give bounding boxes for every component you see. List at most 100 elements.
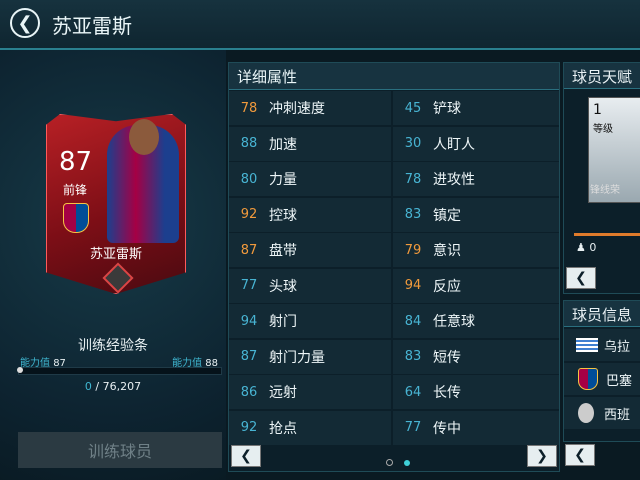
stat-row: 94 射门 84 任意球 (229, 304, 559, 339)
uruguay-flag-icon (576, 338, 598, 352)
stats-prev-button[interactable]: ❮ (231, 445, 261, 467)
stat-cell: 83 镇定 (393, 197, 559, 232)
stat-value: 83 (404, 207, 422, 222)
stat-row: 87 盘带 79 意识 (229, 233, 559, 268)
stat-cell: 84 任意球 (393, 304, 559, 338)
chevron-left-icon: ❮ (575, 270, 587, 286)
stat-label: 意识 (433, 243, 461, 259)
attributes-title: 详细属性 (237, 68, 298, 86)
stat-label: 铲球 (433, 101, 461, 117)
stat-label: 控球 (269, 207, 297, 224)
page-title: 苏亚雷斯 (52, 14, 132, 38)
info-prev-button[interactable]: ❮ (565, 444, 595, 466)
page-dot-1[interactable] (386, 459, 393, 466)
stat-row: 77 头球 94 反应 (229, 268, 559, 304)
stat-cell: 87 盘带 (229, 233, 391, 267)
chevron-left-icon: ❮ (240, 448, 252, 464)
stat-value: 78 (404, 171, 422, 187)
stat-value: 64 (404, 384, 422, 400)
stat-value: 94 (240, 313, 258, 329)
back-button[interactable]: ❮ (10, 8, 40, 38)
card-position: 前锋 (63, 183, 88, 197)
stat-row: 80 力量 78 进攻性 (229, 162, 559, 197)
stat-cell: 64 长传 (393, 375, 559, 409)
stat-label: 力量 (269, 172, 297, 188)
info-row-club: 巴塞 (564, 363, 640, 395)
info-title: 球员信息 (564, 301, 640, 327)
stat-label: 射门 (269, 314, 297, 330)
stat-value: 92 (240, 207, 258, 222)
talent-count: ♟ 0 (576, 241, 597, 254)
xp-progress-bar (17, 367, 222, 375)
page-indicator (383, 451, 413, 470)
stat-row: 87 射门力量 83 短传 (229, 339, 559, 375)
talent-progress-bar (574, 233, 640, 236)
stat-label: 远射 (269, 385, 297, 401)
stat-row: 92 控球 83 镇定 (229, 197, 559, 233)
club-text: 巴塞 (606, 373, 633, 389)
card-player-name: 苏亚雷斯 (89, 247, 142, 262)
chevron-left-icon: ❮ (574, 447, 586, 463)
stat-cell: 45 铲球 (393, 91, 559, 125)
stat-cell: 88 加速 (229, 126, 391, 161)
stat-label: 冲刺速度 (269, 101, 325, 117)
header-bar: ❮ 苏亚雷斯 (0, 0, 640, 50)
stat-value: 79 (404, 242, 422, 258)
nation-text: 乌拉 (604, 339, 631, 355)
stat-label: 镇定 (433, 207, 461, 224)
stat-value: 30 (404, 136, 422, 151)
stat-cell: 94 反应 (393, 268, 559, 303)
player-head (129, 119, 159, 155)
info-row-nation: 乌拉 (564, 329, 640, 361)
stats-next-button[interactable]: ❯ (527, 445, 557, 467)
stat-label: 传中 (433, 420, 461, 437)
train-player-button[interactable]: 训练球员 (18, 432, 222, 468)
detailed-attributes-panel: 详细属性 78 冲刺速度 45 铲球 88 加速 30 人盯人 80 力量 78 进攻性 92 控球 83 镇… (228, 62, 560, 472)
stat-label: 任意球 (433, 314, 475, 330)
stat-value: 87 (240, 242, 258, 258)
stat-label: 人盯人 (433, 136, 475, 153)
stat-row: 86 远射 64 长传 (229, 375, 559, 410)
player-overview-panel: 87 前锋 苏亚雷斯 训练经验条 能力值 87 能力值 88 0 / 76,20… (0, 50, 226, 480)
stat-cell: 80 力量 (229, 162, 391, 196)
talent-title: 球员天赋 (564, 63, 640, 89)
player-talent-panel: 球员天赋 1 等级 锋线荣 ♟ 0 ❮ (563, 62, 640, 294)
stat-row: 88 加速 30 人盯人 (229, 126, 559, 162)
stat-label: 抢点 (269, 420, 297, 437)
stat-value: 94 (404, 278, 422, 293)
club-crest-icon (63, 203, 89, 233)
stat-value: 88 (240, 136, 258, 151)
stat-cell: 92 控球 (229, 197, 391, 232)
xp-progress-marker (17, 367, 23, 373)
program-badge-icon (102, 262, 134, 294)
stat-label: 反应 (433, 278, 461, 295)
stat-value: 77 (404, 420, 422, 435)
stat-label: 长传 (433, 385, 461, 401)
stat-label: 进攻性 (433, 172, 475, 188)
stat-label: 加速 (269, 136, 297, 153)
talent-skill-name: 锋线荣 (590, 185, 620, 196)
card-rating: 87 (59, 147, 93, 177)
stat-row: 78 冲刺速度 45 铲球 (229, 91, 559, 126)
page-dot-2[interactable] (404, 460, 411, 466)
stat-cell: 83 短传 (393, 339, 559, 374)
barcelona-crest-icon (578, 368, 598, 390)
stat-label: 射门力量 (269, 349, 325, 366)
stat-value: 78 (240, 100, 258, 116)
stat-cell: 92 抢点 (229, 410, 391, 445)
talent-level: 1 (593, 102, 602, 118)
stat-value: 86 (240, 384, 258, 400)
talent-prev-button[interactable]: ❮ (566, 267, 596, 289)
stat-cell: 78 冲刺速度 (229, 91, 391, 125)
stat-row: 92 抢点 77 传中 (229, 410, 559, 446)
stat-value: 87 (240, 349, 258, 364)
stat-cell: 86 远射 (229, 375, 391, 409)
xp-count: 0 / 76,207 (84, 380, 142, 393)
player-card[interactable]: 87 前锋 苏亚雷斯 (46, 114, 186, 294)
laliga-logo-icon (578, 403, 594, 423)
stat-cell: 94 射门 (229, 304, 391, 338)
stat-cell: 77 传中 (393, 410, 559, 445)
info-row-league: 西班 (564, 397, 640, 429)
stat-value: 45 (404, 100, 422, 116)
attributes-header: 详细属性 (229, 63, 559, 90)
